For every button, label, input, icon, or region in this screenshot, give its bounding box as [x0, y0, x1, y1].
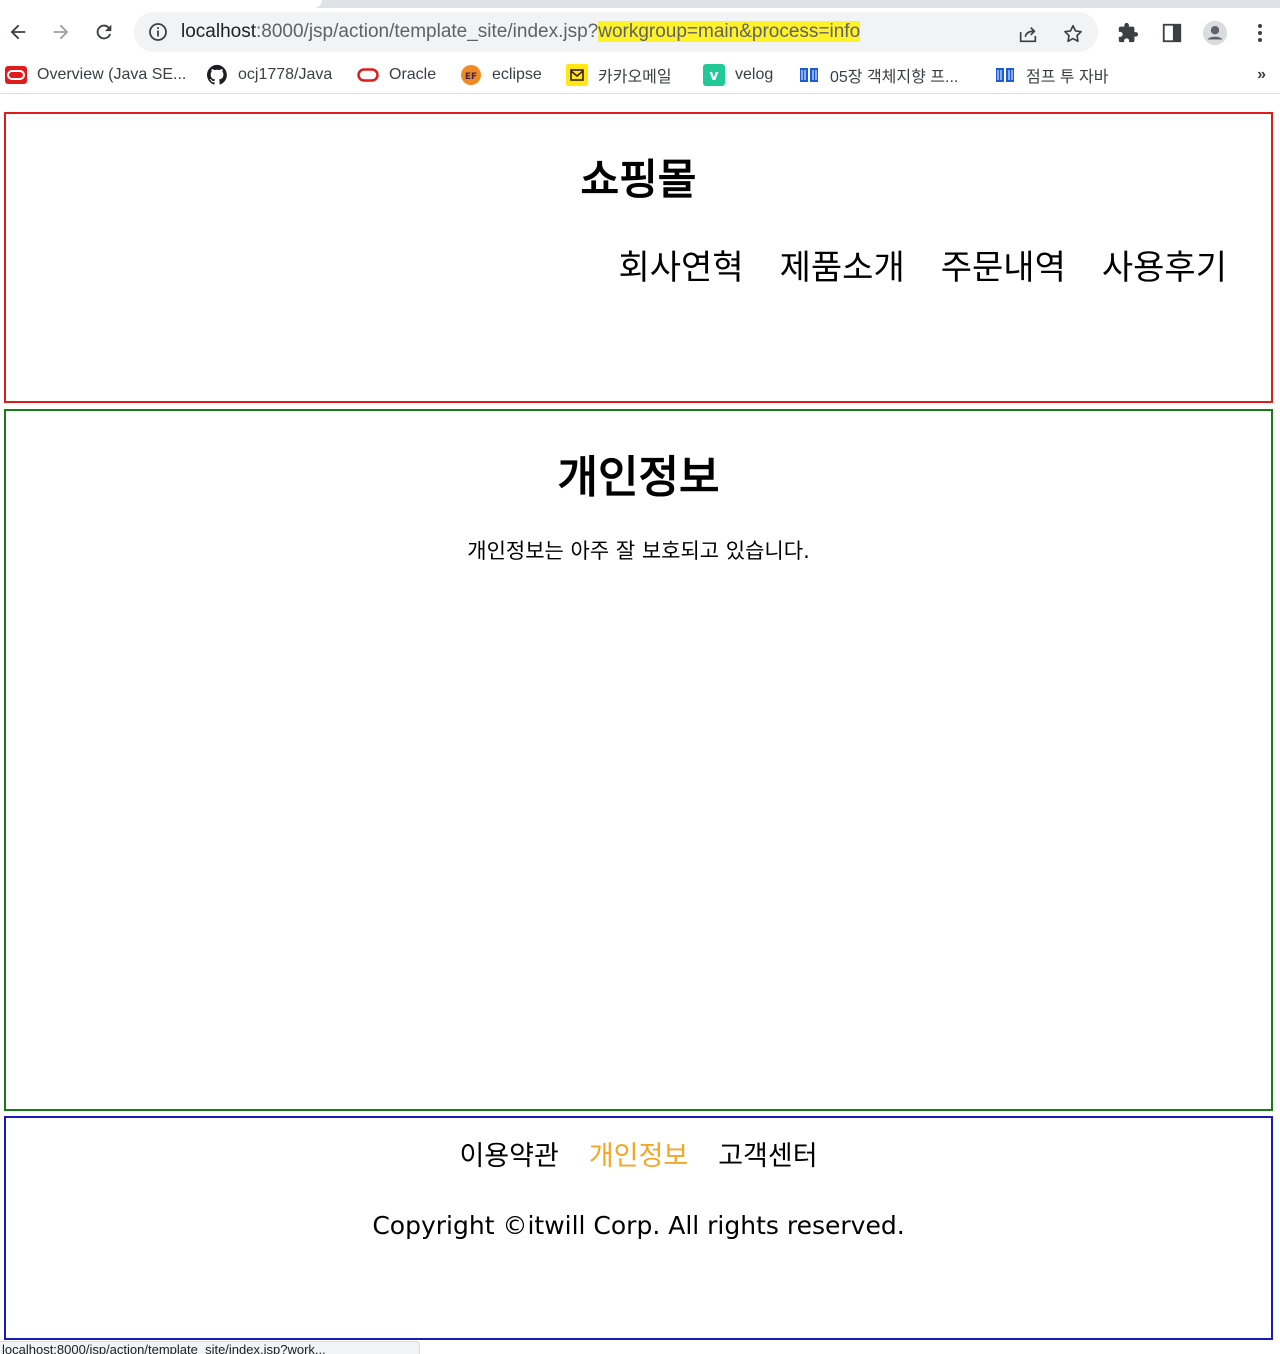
- browser-toolbar: localhost:8000/jsp/action/template_site/…: [0, 8, 1280, 56]
- book-icon: [798, 64, 820, 86]
- bookmark-label: eclipse: [492, 66, 542, 83]
- top-menu-item-reviews[interactable]: 사용후기: [1102, 248, 1227, 288]
- bookmark-overview-java[interactable]: Overview (Java SE...: [5, 64, 186, 86]
- bookmark-label: ocj1778/Java: [238, 66, 333, 83]
- site-title: 쇼핑몰: [580, 155, 697, 204]
- back-icon[interactable]: [4, 18, 32, 46]
- url-text[interactable]: localhost:8000/jsp/action/template_site/…: [181, 21, 861, 43]
- oracle-java-icon: [5, 64, 27, 86]
- top-menu-item-orders[interactable]: 주문내역: [941, 248, 1066, 288]
- footer-menu-item-support[interactable]: 고객센터: [718, 1140, 817, 1174]
- bookmarks-overflow-icon[interactable]: »: [1257, 66, 1266, 84]
- footer-menu: 이용약관 개인정보 고객센터: [6, 1140, 1271, 1174]
- eclipse-icon: EF: [460, 64, 482, 86]
- oracle-icon: [357, 64, 379, 86]
- top-menu: 회사연혁 제품소개 주문내역 사용후기: [619, 248, 1228, 288]
- bookmark-label: velog: [735, 66, 774, 83]
- share-icon[interactable]: [1016, 22, 1040, 46]
- bookmark-oop-chapter[interactable]: 05장 객체지향 프...: [798, 64, 958, 86]
- bookmark-github[interactable]: ocj1778/Java: [206, 64, 332, 86]
- url-query-highlight: workgroup=main&process=info: [598, 21, 861, 42]
- svg-text:EF: EF: [465, 72, 477, 82]
- bookmark-oracle[interactable]: Oracle: [357, 64, 436, 86]
- bookmark-label: Oracle: [389, 66, 437, 83]
- status-url-bubble: localhost:8000/jsp/action/template_site/…: [0, 1341, 420, 1354]
- side-panel-icon[interactable]: [1159, 20, 1185, 46]
- bookmark-label: 05장 객체지향 프...: [830, 69, 959, 86]
- footer-menu-item-privacy[interactable]: 개인정보: [589, 1140, 688, 1174]
- bookmark-label: 점프 투 자바: [1026, 69, 1109, 86]
- extensions-icon[interactable]: [1115, 20, 1141, 46]
- site-info-icon[interactable]: [148, 22, 168, 42]
- bookmark-eclipse[interactable]: EF eclipse: [460, 64, 542, 86]
- velog-icon: v: [703, 64, 725, 86]
- forward-icon[interactable]: [47, 18, 75, 46]
- bookmark-star-icon[interactable]: [1061, 22, 1085, 46]
- page-body-text: 개인정보는 아주 잘 보호되고 있습니다.: [467, 539, 810, 563]
- address-bar[interactable]: localhost:8000/jsp/action/template_site/…: [134, 12, 1098, 52]
- site-footer: 이용약관 개인정보 고객센터 Copyright ©itwill Corp. A…: [4, 1116, 1273, 1340]
- copyright-text: Copyright ©itwill Corp. All rights reser…: [372, 1211, 905, 1240]
- book-icon: [994, 64, 1016, 86]
- tab-strip: [0, 0, 1280, 8]
- top-menu-item-products[interactable]: 제품소개: [780, 248, 905, 288]
- github-icon: [206, 64, 228, 86]
- profile-avatar-icon[interactable]: [1202, 20, 1228, 46]
- kakao-mail-icon: [566, 64, 588, 86]
- url-path: :8000/jsp/action/template_site/index.jsp…: [256, 21, 599, 42]
- bookmark-jump-to-java[interactable]: 점프 투 자바: [994, 64, 1109, 86]
- menu-kebab-icon[interactable]: [1247, 20, 1273, 46]
- footer-menu-item-terms[interactable]: 이용약관: [459, 1140, 558, 1174]
- bookmark-label: 카카오메일: [598, 69, 672, 86]
- main-content: 개인정보 개인정보는 아주 잘 보호되고 있습니다.: [4, 409, 1273, 1111]
- bookmark-velog[interactable]: v velog: [703, 64, 773, 86]
- svg-text:v: v: [709, 68, 718, 84]
- active-tab[interactable]: [0, 0, 322, 8]
- bookmark-kakao-mail[interactable]: 카카오메일: [566, 64, 672, 86]
- site-header: 쇼핑몰 회사연혁 제품소개 주문내역 사용후기: [4, 112, 1273, 403]
- reload-icon[interactable]: [90, 18, 118, 46]
- top-menu-item-history[interactable]: 회사연혁: [619, 248, 744, 288]
- bookmark-label: Overview (Java SE...: [37, 66, 187, 83]
- bookmarks-bar: Overview (Java SE... ocj1778/Java Oracle…: [0, 56, 1280, 94]
- url-host: localhost: [181, 21, 256, 42]
- page-title: 개인정보: [557, 452, 720, 503]
